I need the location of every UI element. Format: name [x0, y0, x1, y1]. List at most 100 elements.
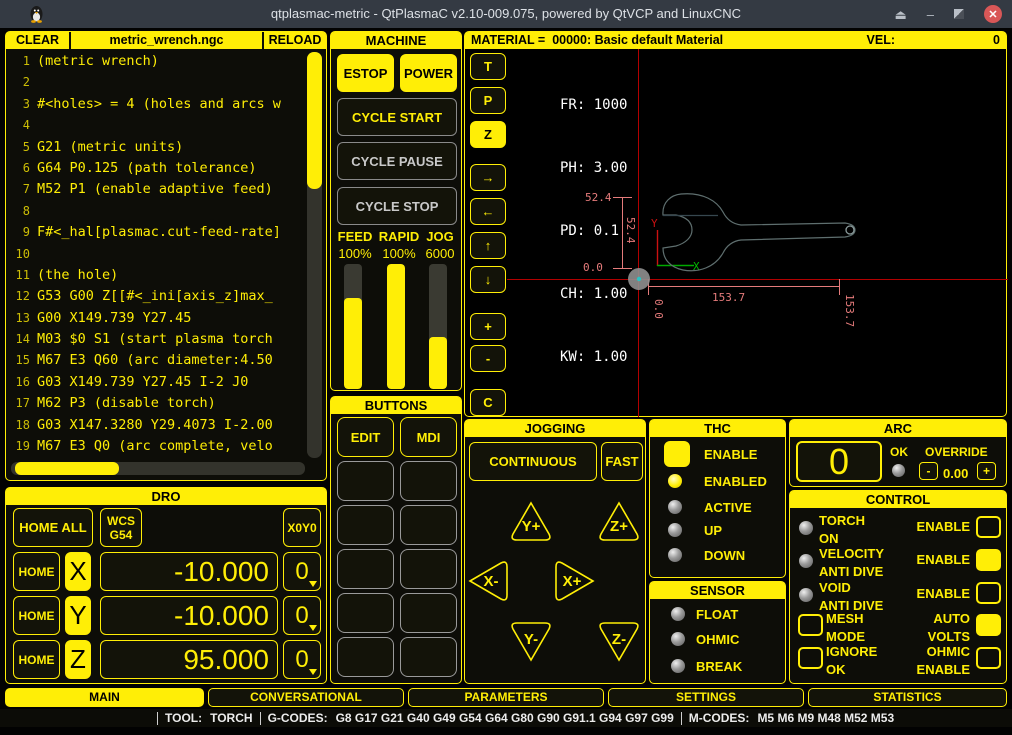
jog-x-minus-button[interactable]: X- — [465, 558, 511, 604]
mesh-mode-checkbox[interactable] — [798, 614, 823, 636]
arc-panel: ARC 0 OK OVERRIDE - 0.00 + — [789, 419, 1007, 487]
loaded-file-name[interactable]: metric_wrench.ngc — [71, 32, 262, 49]
vertical-scrollbar[interactable] — [307, 52, 322, 458]
dropdown-triangle-icon — [309, 669, 317, 675]
arc-ok-label: OK — [890, 443, 908, 461]
home-y-button[interactable]: HOME — [13, 596, 60, 635]
arc-override-label: OVERRIDE — [925, 443, 988, 461]
torch-on-led — [799, 521, 813, 535]
tab-main[interactable]: MAIN — [5, 688, 204, 707]
arc-override-plus-button[interactable]: + — [977, 462, 996, 480]
slider-labels: FEED RAPID JOG — [333, 229, 459, 244]
rapid-override-slider[interactable] — [387, 264, 405, 389]
user-button-5[interactable] — [337, 505, 394, 545]
user-button-11[interactable] — [337, 637, 394, 677]
minimize-icon[interactable]: – — [927, 8, 934, 21]
jogging-panel-title: JOGGING — [465, 420, 645, 437]
jog-z-plus-button[interactable]: Z+ — [596, 498, 642, 544]
torch-enable-checkbox[interactable] — [976, 516, 1001, 538]
zero-z-button[interactable]: 0 — [283, 640, 321, 679]
user-button-8[interactable] — [400, 549, 457, 589]
arc-override-minus-button[interactable]: - — [919, 462, 938, 480]
gcode-line: 2 — [8, 72, 304, 93]
edit-button[interactable]: EDIT — [337, 417, 394, 457]
gcode-line: 4 — [8, 115, 304, 136]
jog-rate-slider[interactable] — [429, 264, 447, 389]
void-enable-checkbox[interactable] — [976, 582, 1001, 604]
arc-voltage-display: 0 — [796, 441, 882, 482]
user-button-9[interactable] — [337, 593, 394, 633]
jog-y-minus-button[interactable]: Y- — [508, 619, 554, 665]
home-all-button[interactable]: HOME ALL — [13, 508, 93, 547]
restore-icon[interactable] — [954, 9, 964, 19]
sensor-panel-title: SENSOR — [650, 582, 785, 599]
home-z-button[interactable]: HOME — [13, 640, 60, 679]
user-button-6[interactable] — [400, 505, 457, 545]
feed-override-slider[interactable] — [344, 264, 362, 389]
tool-label: TOOL: — [165, 711, 202, 725]
dro-panel-title: DRO — [6, 488, 326, 505]
estop-button[interactable]: ESTOP — [337, 54, 394, 92]
dro-x-value: -10.000 — [100, 552, 278, 591]
user-button-4[interactable] — [400, 461, 457, 501]
torch-enable-label: ENABLE — [917, 518, 970, 536]
jog-x-plus-button[interactable]: X+ — [552, 558, 598, 604]
user-button-10[interactable] — [400, 593, 457, 633]
tab-statistics[interactable]: STATISTICS — [808, 688, 1007, 707]
mdi-button[interactable]: MDI — [400, 417, 457, 457]
auto-volts-checkbox[interactable] — [976, 614, 1001, 636]
slider-values: 100% 100% 6000 — [333, 246, 459, 261]
tab-conversational[interactable]: CONVERSATIONAL — [208, 688, 404, 707]
zero-y-button[interactable]: 0 — [283, 596, 321, 635]
close-icon[interactable]: ✕ — [984, 5, 1002, 23]
jog-z-minus-button[interactable]: Z- — [596, 619, 642, 665]
ignore-ok-checkbox[interactable] — [798, 647, 823, 669]
gcode-text-area[interactable]: 1(metric wrench) 2 3#<holes> = 4 (holes … — [8, 51, 304, 458]
zero-x-button[interactable]: 0 — [283, 552, 321, 591]
user-button-7[interactable] — [337, 549, 394, 589]
horizontal-scrollbar[interactable] — [11, 462, 305, 475]
wcs-button[interactable]: WCSG54 — [100, 508, 142, 547]
tool-position-marker — [628, 268, 650, 290]
velocity-label: VEL: — [867, 32, 895, 49]
clear-button[interactable]: CLEAR — [6, 32, 69, 49]
window-title: qtplasmac-metric - QtPlasmaC v2.10-009.0… — [0, 0, 1012, 28]
axis-x-button[interactable]: X — [65, 552, 91, 591]
vertical-scrollbar-handle[interactable] — [307, 52, 322, 189]
gcode-line: 11(the hole) — [8, 265, 304, 286]
thc-panel-title: THC — [650, 420, 785, 437]
power-button[interactable]: POWER — [400, 54, 457, 92]
axis-z-button[interactable]: Z — [65, 640, 91, 679]
cycle-stop-button[interactable]: CYCLE STOP — [337, 187, 457, 225]
user-button-3[interactable] — [337, 461, 394, 501]
jog-y-plus-button[interactable]: Y+ — [508, 498, 554, 544]
gcode-line: 12G53 G00 Z[[#<_ini[axis_z]max_ — [8, 286, 304, 307]
arc-override-value: 0.00 — [943, 465, 968, 483]
material-value[interactable]: 00000: Basic default Material — [552, 32, 723, 49]
axis-y-button[interactable]: Y — [65, 596, 91, 635]
thc-enable-checkbox[interactable] — [664, 441, 690, 467]
gcode-line: 16G03 X149.739 Y27.45 I-2 J0 — [8, 372, 304, 393]
mcodes-label: M-CODES: — [689, 711, 750, 725]
eject-icon[interactable]: ⏏ — [894, 8, 906, 21]
gcode-preview-plot[interactable]: 52.4 52.4 0.0 153.7 153.7 0.0 Y X — [465, 49, 1008, 417]
cycle-start-button[interactable]: CYCLE START — [337, 98, 457, 136]
x0y0-button[interactable]: X0Y0 — [283, 508, 321, 547]
home-x-button[interactable]: HOME — [13, 552, 60, 591]
horizontal-scrollbar-handle[interactable] — [15, 462, 119, 475]
continuous-jog-button[interactable]: CONTINUOUS — [469, 442, 597, 481]
fast-jog-button[interactable]: FAST — [601, 442, 643, 481]
machine-panel: MACHINE ESTOP POWER CYCLE START CYCLE PA… — [330, 31, 462, 391]
torch-on-label: TORCHON — [819, 512, 865, 548]
ohmic-enable-checkbox[interactable] — [976, 647, 1001, 669]
velocity-enable-checkbox[interactable] — [976, 549, 1001, 571]
tab-settings[interactable]: SETTINGS — [608, 688, 804, 707]
origin-axes: Y X — [651, 217, 700, 273]
user-button-12[interactable] — [400, 637, 457, 677]
thc-down-led — [668, 548, 682, 562]
thc-active-label: ACTIVE — [704, 499, 752, 517]
tab-parameters[interactable]: PARAMETERS — [408, 688, 604, 707]
reload-button[interactable]: RELOAD — [264, 32, 326, 49]
gcode-line: 7M52 P1 (enable adaptive feed) — [8, 179, 304, 200]
cycle-pause-button[interactable]: CYCLE PAUSE — [337, 142, 457, 180]
